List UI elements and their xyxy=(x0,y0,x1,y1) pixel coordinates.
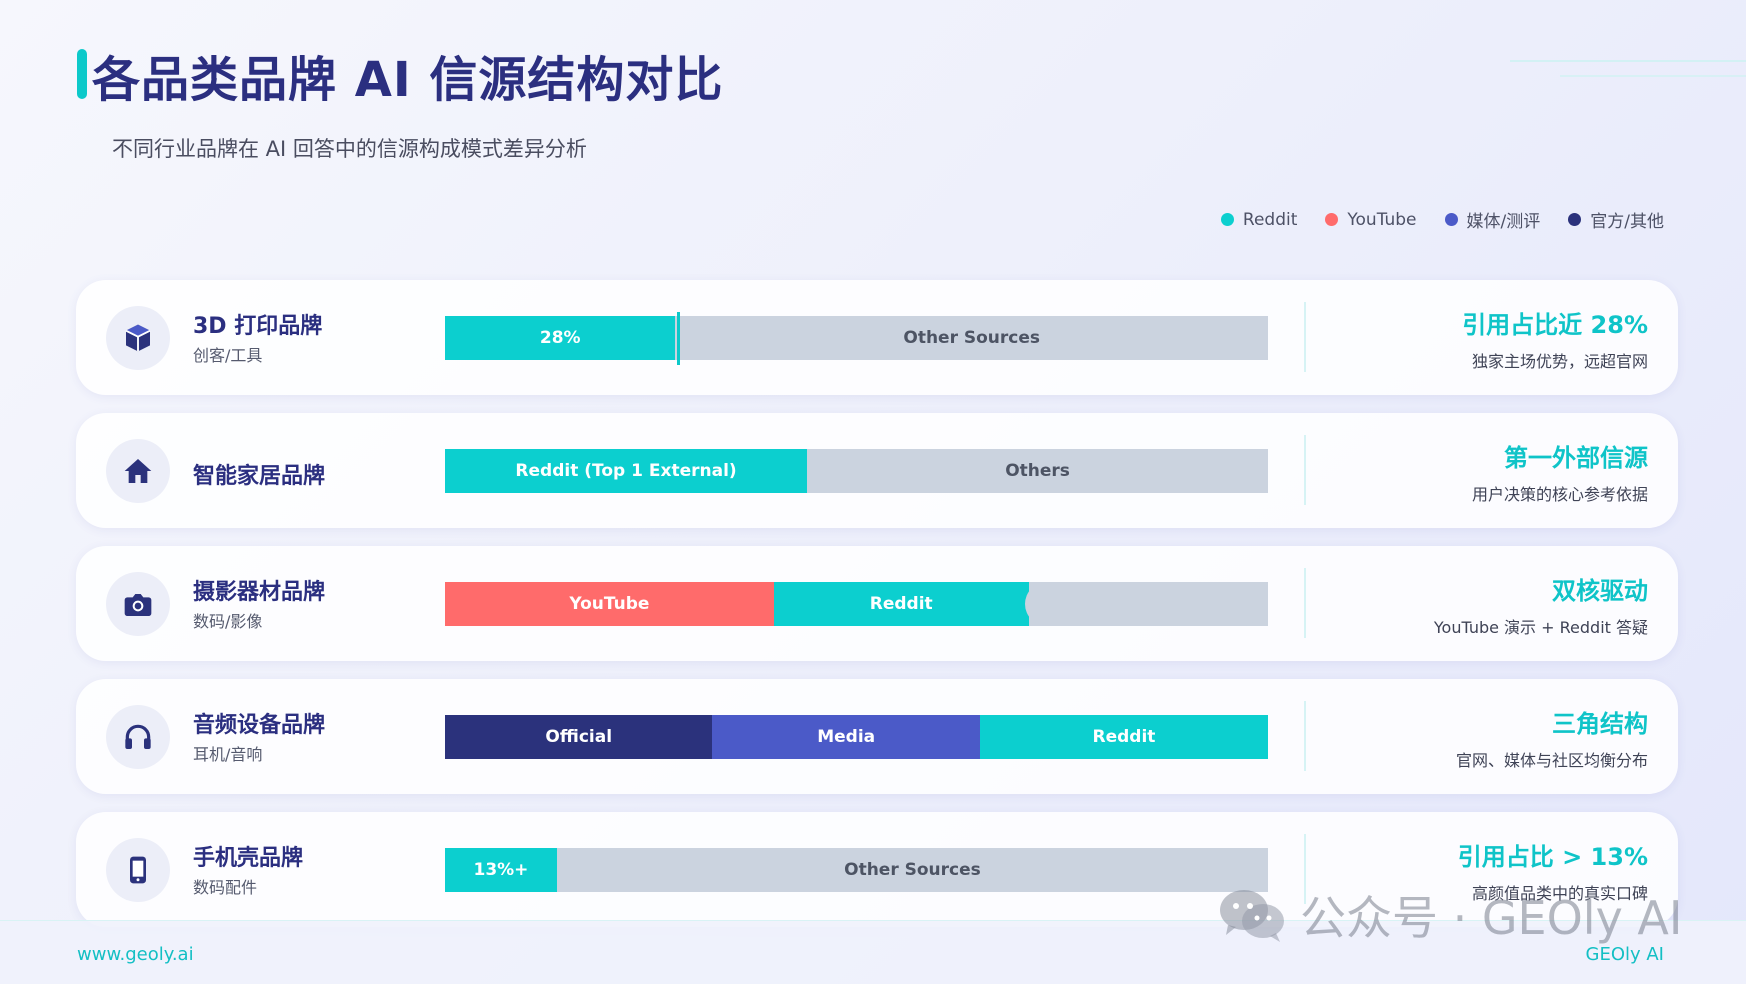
bar-segment--: Official xyxy=(445,715,713,759)
stat-highlight: 双核驱动 xyxy=(1552,577,1648,605)
card-divider xyxy=(1304,568,1306,638)
watermark-text: 公众号 · GEOly AI xyxy=(1300,891,1683,945)
page-title: 各品类品牌 AI 信源结构对比 xyxy=(92,52,724,108)
bar-segment-other: Other Sources xyxy=(556,848,1268,892)
legend-swatch xyxy=(1444,213,1458,226)
category-subtitle: 数码配件 xyxy=(193,878,258,897)
stat-highlight: 三角结构 xyxy=(1552,710,1648,738)
category-title: 音频设备品牌 xyxy=(193,713,326,738)
headphones-icon xyxy=(106,705,170,769)
stacked-bar: 28% Other Sources xyxy=(445,316,1268,360)
bar-segment-reddit: Reddit (Top 1 External) xyxy=(445,449,808,493)
title-accent-bar xyxy=(77,49,87,99)
bar-segment-other: Other Sources xyxy=(675,316,1268,360)
camera-icon xyxy=(106,572,170,636)
legend-label: Reddit xyxy=(1242,209,1298,230)
stacked-bar: Official Media Reddit xyxy=(445,715,1268,759)
category-card: 智能家居品牌 Reddit (Top 1 External) Others 第一外部信… xyxy=(76,413,1678,528)
category-title: 智能家居品牌 xyxy=(193,464,326,489)
stat-description: YouTube 演示 + Reddit 答疑 xyxy=(1433,618,1648,637)
legend-swatch xyxy=(1325,213,1339,226)
legend-swatch xyxy=(1220,213,1234,226)
legend-item: 官方/其他 xyxy=(1568,207,1664,232)
chart-legend: Reddit YouTube 媒体/测评 官方/其他 xyxy=(1220,207,1664,232)
bar-segment-youtube: YouTube xyxy=(445,582,774,626)
bar-segment-other xyxy=(1024,582,1263,626)
legend-label: YouTube xyxy=(1347,209,1417,230)
category-title: 3D 打印品牌 xyxy=(193,314,323,339)
legend-item: 媒体/测评 xyxy=(1444,207,1541,232)
decorative-line xyxy=(1510,60,1746,62)
category-subtitle: 创客/工具 xyxy=(193,346,263,365)
legend-label: 媒体/测评 xyxy=(1466,212,1541,232)
stat-description: 官网、媒体与社区均衡分布 xyxy=(1455,751,1648,770)
bar-segment-reddit: Reddit xyxy=(979,715,1268,759)
page-subtitle: 不同行业品牌在 AI 回答中的信源构成模式差异分析 xyxy=(112,137,587,161)
category-card: 摄影器材品牌数码/影像 YouTube Reddit 双核驱动 YouTube 演示 +… xyxy=(76,546,1678,661)
wechat-icon xyxy=(1220,890,1284,942)
bar-segment-reddit: Reddit xyxy=(773,582,1029,626)
legend-item: Reddit xyxy=(1220,207,1298,232)
phone-icon xyxy=(106,838,170,902)
watermark: 公众号 · GEOly AI xyxy=(1218,882,1682,948)
bar-segment-reddit: 13%+ xyxy=(445,848,557,892)
stat-description: 用户决策的核心参考依据 xyxy=(1471,485,1648,504)
stat-highlight: 第一外部信源 xyxy=(1504,444,1648,472)
decorative-line xyxy=(1560,75,1746,77)
card-divider xyxy=(1304,302,1306,372)
category-title: 摄影器材品牌 xyxy=(193,580,326,605)
category-card: 音频设备品牌耳机/音响 Official Media Reddit 三角结构官网、媒体与… xyxy=(76,679,1678,794)
stat-highlight: 引用占比 > 13% xyxy=(1457,843,1648,871)
card-divider xyxy=(1304,701,1306,771)
stacked-bar: 13%+ Other Sources xyxy=(445,848,1268,892)
bar-segment-reddit: 28% xyxy=(445,316,676,360)
category-subtitle: 耳机/音响 xyxy=(193,745,263,764)
category-subtitle: 数码/影像 xyxy=(193,612,263,631)
stat-highlight: 引用占比近 28% xyxy=(1462,311,1648,339)
category-title: 手机壳品牌 xyxy=(193,846,304,871)
home-icon xyxy=(106,439,170,503)
stacked-bar: Reddit (Top 1 External) Others xyxy=(445,449,1268,493)
stacked-bar: YouTube Reddit xyxy=(445,582,1268,626)
bar-segment--: Media xyxy=(712,715,980,759)
category-card: 3D 打印品牌创客/工具 28% Other Sources 引用占比近 28% 独家主… xyxy=(76,280,1678,395)
legend-swatch xyxy=(1568,213,1582,226)
cube-icon xyxy=(106,306,170,370)
legend-item: YouTube xyxy=(1325,207,1417,232)
bar-segment-other: Others xyxy=(807,449,1268,493)
stat-description: 独家主场优势，远超官网 xyxy=(1471,352,1648,371)
footer-url[interactable]: www.geoly.ai xyxy=(77,944,194,965)
legend-label: 官方/其他 xyxy=(1590,212,1664,232)
card-divider xyxy=(1304,435,1306,505)
bar-marker xyxy=(677,312,681,365)
